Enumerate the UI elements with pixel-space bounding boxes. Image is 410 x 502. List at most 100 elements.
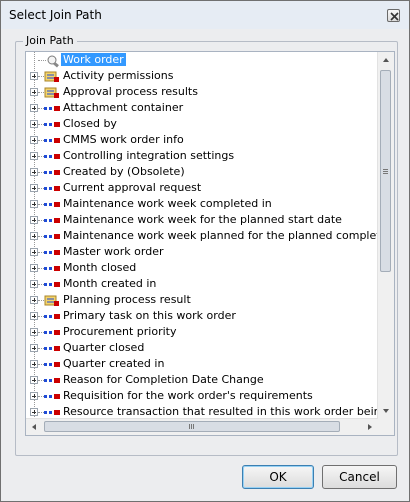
- relation-icon: [44, 182, 60, 194]
- scroll-down-icon[interactable]: [378, 403, 394, 419]
- tree-item[interactable]: Planning process result: [26, 292, 378, 308]
- horizontal-scroll-thumb[interactable]: [44, 421, 340, 432]
- expand-icon[interactable]: [30, 360, 38, 368]
- relation-icon: [44, 358, 60, 370]
- grip-icon: [191, 424, 192, 429]
- grip-icon: [383, 171, 388, 172]
- expand-icon[interactable]: [30, 248, 38, 256]
- expand-icon[interactable]: [30, 328, 38, 336]
- search-icon: [44, 54, 60, 68]
- tree-item[interactable]: Controlling integration settings: [26, 148, 378, 164]
- expand-icon[interactable]: [30, 376, 38, 384]
- join-path-tree[interactable]: Work order Activity permissions Approval …: [25, 51, 395, 436]
- tree-item-label: Reason for Completion Date Change: [63, 373, 264, 386]
- tree-item[interactable]: Current approval request: [26, 180, 378, 196]
- scroll-left-icon[interactable]: [26, 419, 42, 435]
- tree-item[interactable]: Month created in: [26, 276, 378, 292]
- expand-icon[interactable]: [30, 344, 38, 352]
- tree-item-label: Quarter closed: [63, 341, 145, 354]
- tree-item[interactable]: Created by (Obsolete): [26, 164, 378, 180]
- tree-item[interactable]: Master work order: [26, 244, 378, 260]
- tree-item[interactable]: Reason for Completion Date Change: [26, 372, 378, 388]
- tree-item[interactable]: Procurement priority: [26, 324, 378, 340]
- relation-icon: [44, 118, 60, 130]
- select-join-path-dialog: Select Join Path Join Path Work order Ac…: [0, 0, 410, 502]
- expand-icon[interactable]: [30, 88, 38, 96]
- tree-item-label: Created by (Obsolete): [63, 165, 185, 178]
- tree-item[interactable]: Maintenance work week for the planned st…: [26, 212, 378, 228]
- expand-icon[interactable]: [30, 168, 38, 176]
- ok-button[interactable]: OK: [242, 465, 314, 489]
- tree-item[interactable]: Attachment container: [26, 100, 378, 116]
- tree-item-label: Quarter created in: [63, 357, 165, 370]
- relation-icon: [44, 134, 60, 146]
- grip-icon: [383, 169, 388, 170]
- expand-icon[interactable]: [30, 184, 38, 192]
- expand-icon[interactable]: [30, 72, 38, 80]
- expand-icon[interactable]: [30, 136, 38, 144]
- tree-item-label: CMMS work order info: [63, 133, 184, 146]
- tree-root-item[interactable]: Work order: [26, 52, 378, 68]
- vertical-scroll-thumb[interactable]: [380, 70, 391, 272]
- relation-icon: [44, 374, 60, 386]
- tree-item[interactable]: Month closed: [26, 260, 378, 276]
- relation-icon: [44, 214, 60, 226]
- tree-item[interactable]: Requisition for the work order's require…: [26, 388, 378, 404]
- tree-item[interactable]: CMMS work order info: [26, 132, 378, 148]
- close-icon: [390, 12, 399, 21]
- scroll-up-icon[interactable]: [378, 52, 394, 68]
- tree-item[interactable]: Quarter closed: [26, 340, 378, 356]
- folder-list-icon: [44, 86, 60, 98]
- tree-item-label: Procurement priority: [63, 325, 177, 338]
- tree-item-label: Resource transaction that resulted in th…: [63, 405, 378, 418]
- expand-icon[interactable]: [30, 232, 38, 240]
- expand-icon[interactable]: [30, 392, 38, 400]
- dialog-title: Select Join Path: [9, 8, 102, 22]
- tree-item[interactable]: Primary task on this work order: [26, 308, 378, 324]
- scrollbar-corner: [378, 419, 394, 435]
- join-path-group-label: Join Path: [23, 34, 77, 47]
- expand-icon[interactable]: [30, 152, 38, 160]
- close-button[interactable]: [387, 9, 400, 22]
- expand-icon[interactable]: [30, 120, 38, 128]
- grip-icon: [193, 424, 194, 429]
- horizontal-scrollbar[interactable]: [26, 418, 378, 435]
- relation-icon: [44, 262, 60, 274]
- relation-icon: [44, 390, 60, 402]
- tree-item[interactable]: Maintenance work week completed in: [26, 196, 378, 212]
- tree-item-label: Closed by: [63, 117, 117, 130]
- tree-item[interactable]: Approval process results: [26, 84, 378, 100]
- scroll-right-icon[interactable]: [362, 419, 378, 435]
- tree-item[interactable]: Closed by: [26, 116, 378, 132]
- expand-icon[interactable]: [30, 216, 38, 224]
- vertical-scrollbar[interactable]: [377, 52, 394, 419]
- expand-icon[interactable]: [30, 408, 38, 416]
- relation-icon: [44, 230, 60, 242]
- tree-item-label: Activity permissions: [63, 69, 174, 82]
- cancel-button[interactable]: Cancel: [322, 465, 397, 489]
- expand-icon[interactable]: [30, 200, 38, 208]
- expand-icon[interactable]: [30, 104, 38, 112]
- relation-icon: [44, 150, 60, 162]
- tree-item[interactable]: Quarter created in: [26, 356, 378, 372]
- tree-item[interactable]: Activity permissions: [26, 68, 378, 84]
- folder-list-icon: [44, 294, 60, 306]
- tree-item-label: Current approval request: [63, 181, 202, 194]
- tree-item-label: Master work order: [63, 245, 164, 258]
- tree-item-label: Approval process results: [63, 85, 198, 98]
- relation-icon: [44, 198, 60, 210]
- relation-icon: [44, 326, 60, 338]
- grip-icon: [383, 173, 388, 174]
- tree-root-label: Work order: [61, 53, 126, 66]
- tree-item-label: Maintenance work week for the planned st…: [63, 213, 342, 226]
- tree-item-label: Requisition for the work order's require…: [63, 389, 313, 402]
- relation-icon: [44, 102, 60, 114]
- expand-icon[interactable]: [30, 312, 38, 320]
- expand-icon[interactable]: [30, 296, 38, 304]
- tree-item-label: Attachment container: [63, 101, 184, 114]
- tree-item[interactable]: Maintenance work week planned for the pl…: [26, 228, 378, 244]
- grip-icon: [189, 424, 190, 429]
- tree-item-label: Month created in: [63, 277, 157, 290]
- expand-icon[interactable]: [30, 280, 38, 288]
- expand-icon[interactable]: [30, 264, 38, 272]
